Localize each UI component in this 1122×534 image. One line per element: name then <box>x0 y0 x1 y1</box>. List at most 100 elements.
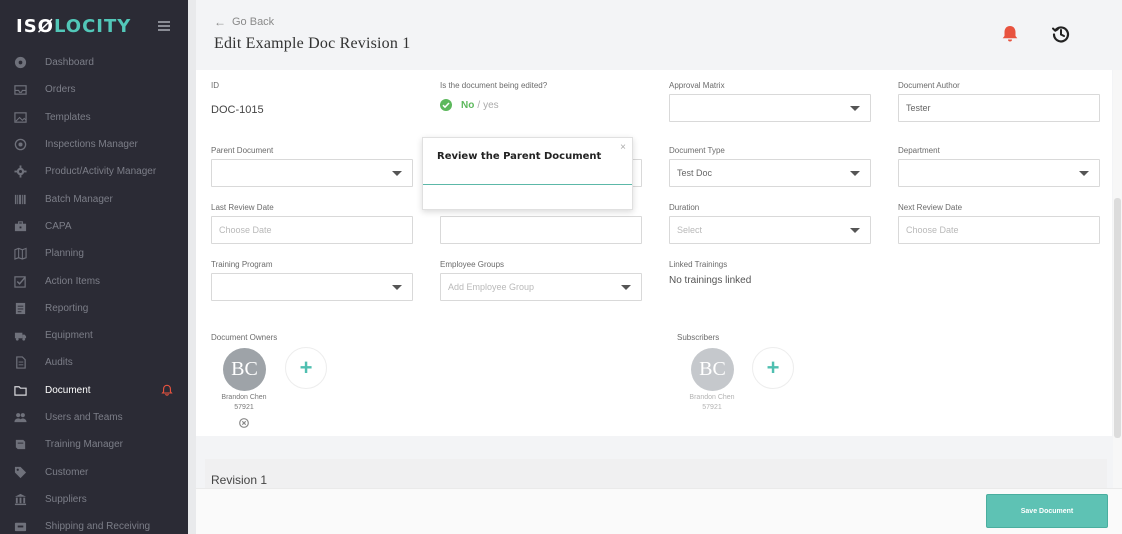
sidebar-item-customer[interactable]: Customer <box>0 458 188 485</box>
document-owners-label: Document Owners <box>211 333 278 342</box>
sidebar-item-label: Product/Activity Manager <box>45 166 157 178</box>
menu-toggle-icon[interactable] <box>158 21 170 31</box>
sidebar-item-label: Users and Teams <box>45 412 123 423</box>
document-author-value: Tester <box>906 103 931 113</box>
employee-groups-label: Employee Groups <box>440 260 505 269</box>
subscriber-name: Brandon Chen 57921 <box>682 393 742 413</box>
close-icon[interactable]: × <box>620 142 626 153</box>
parent-document-select[interactable] <box>211 159 413 187</box>
chevron-down-icon <box>1079 171 1089 176</box>
plus-icon: + <box>766 355 780 380</box>
sidebar-item-label: Orders <box>45 84 76 96</box>
go-back-link[interactable]: ← Go Back <box>214 15 274 29</box>
sidebar-item-label: Shipping and Receiving <box>45 521 151 533</box>
image-icon <box>13 111 27 124</box>
edited-yes-option[interactable]: yes <box>483 100 499 111</box>
review-parent-popup: Review the Parent Document × <box>422 137 633 210</box>
department-label: Department <box>898 146 940 155</box>
approval-matrix-select[interactable] <box>669 94 871 122</box>
sidebar-item-action-items[interactable]: Action Items <box>0 267 188 294</box>
next-review-date-input[interactable]: Choose Date <box>898 216 1100 244</box>
sidebar-item-document[interactable]: Document <box>0 377 188 404</box>
sidebar-item-shipping-and-receiving[interactable]: Shipping and Receiving <box>0 513 188 534</box>
hidden-field-input[interactable] <box>440 216 642 244</box>
footer-bar <box>196 488 1122 534</box>
logo-part-iso: ISØ <box>16 16 54 37</box>
sidebar-item-capa[interactable]: CAPA <box>0 213 188 240</box>
department-select[interactable] <box>898 159 1100 187</box>
sidebar-item-users-and-teams[interactable]: Users and Teams <box>0 404 188 431</box>
plus-icon: + <box>299 355 313 380</box>
duration-label: Duration <box>669 203 700 212</box>
remove-owner-icon[interactable] <box>239 418 249 428</box>
last-review-date-input[interactable]: Choose Date <box>211 216 413 244</box>
chevron-down-icon <box>850 106 860 111</box>
sidebar-item-label: Planning <box>45 248 84 260</box>
page-header: ← Go Back Edit Example Doc Revision 1 <box>196 0 1122 70</box>
map-icon <box>13 247 27 261</box>
sidebar-item-dashboard[interactable]: Dashboard <box>0 49 188 76</box>
truck-icon <box>13 329 27 342</box>
alert-bell-icon <box>161 384 173 396</box>
edited-no-option[interactable]: No <box>461 100 474 111</box>
training-program-select[interactable] <box>211 273 413 301</box>
sidebar-item-audits[interactable]: Audits <box>0 349 188 376</box>
app-logo[interactable]: ISØLOCITY <box>16 16 131 37</box>
save-document-button[interactable]: Save Document <box>986 494 1108 528</box>
folder-icon <box>13 384 27 397</box>
id-value: DOC-1015 <box>211 104 264 116</box>
add-owner-button[interactable]: + <box>285 347 327 389</box>
sidebar-item-label: Reporting <box>45 302 89 314</box>
chevron-down-icon <box>392 285 402 290</box>
sidebar-nav: Dashboard Orders Templates Inspections M… <box>0 49 188 534</box>
sidebar-item-equipment[interactable]: Equipment <box>0 322 188 349</box>
next-review-date-label: Next Review Date <box>898 203 963 212</box>
sidebar-item-suppliers[interactable]: Suppliers <box>0 486 188 513</box>
linked-trainings-value: No trainings linked <box>669 275 752 286</box>
sidebar-item-batch-manager[interactable]: Batch Manager <box>0 185 188 212</box>
sidebar-item-templates[interactable]: Templates <box>0 104 188 131</box>
owner-full-name: Brandon Chen <box>221 394 267 401</box>
sidebar-item-label: Suppliers <box>45 493 87 505</box>
popup-title: Review the Parent Document <box>437 151 602 162</box>
sidebar-item-reporting[interactable]: Reporting <box>0 295 188 322</box>
sidebar-item-training-manager[interactable]: Training Manager <box>0 431 188 458</box>
sidebar-item-label: CAPA <box>45 220 72 232</box>
sidebar-item-label: Batch Manager <box>45 193 113 205</box>
check-circle-icon <box>440 99 452 111</box>
add-subscriber-button[interactable]: + <box>752 347 794 389</box>
duration-select[interactable]: Select <box>669 216 871 244</box>
clipboard-icon <box>13 356 27 370</box>
owner-name: Brandon Chen 57921 <box>214 393 274 413</box>
chevron-down-icon <box>621 285 631 290</box>
sidebar-item-label: Inspections Manager <box>45 139 138 151</box>
history-icon[interactable] <box>1051 24 1071 44</box>
document-type-value: Test Doc <box>677 168 713 178</box>
document-author-input[interactable]: Tester <box>898 94 1100 122</box>
id-label: ID <box>211 81 219 90</box>
inbox-icon <box>13 83 27 96</box>
edited-label: Is the document being edited? <box>440 81 548 90</box>
users-icon <box>13 411 27 424</box>
sidebar-item-product-activity-manager[interactable]: Product/Activity Manager <box>0 158 188 185</box>
notification-bell-icon[interactable] <box>1000 24 1020 44</box>
document-type-label: Document Type <box>669 146 725 155</box>
employee-groups-placeholder: Add Employee Group <box>448 282 535 292</box>
scrollbar-thumb[interactable] <box>1114 198 1121 438</box>
document-type-select[interactable]: Test Doc <box>669 159 871 187</box>
chevron-down-icon <box>850 171 860 176</box>
chevron-down-icon <box>850 228 860 233</box>
tag-icon <box>13 466 27 479</box>
sidebar-item-label: Action Items <box>45 275 101 287</box>
employee-groups-select[interactable]: Add Employee Group <box>440 273 642 301</box>
sidebar-item-label: Audits <box>45 357 73 369</box>
sidebar-item-orders[interactable]: Orders <box>0 76 188 103</box>
sidebar-item-planning[interactable]: Planning <box>0 240 188 267</box>
sidebar-item-label: Training Manager <box>45 439 124 451</box>
barcode-icon <box>13 193 27 206</box>
edited-toggle[interactable]: No / yes <box>440 99 499 111</box>
sidebar-item-inspections-manager[interactable]: Inspections Manager <box>0 131 188 158</box>
linked-trainings-label: Linked Trainings <box>669 260 728 269</box>
dashboard-icon <box>13 56 27 69</box>
arrow-left-icon: ← <box>214 15 226 29</box>
